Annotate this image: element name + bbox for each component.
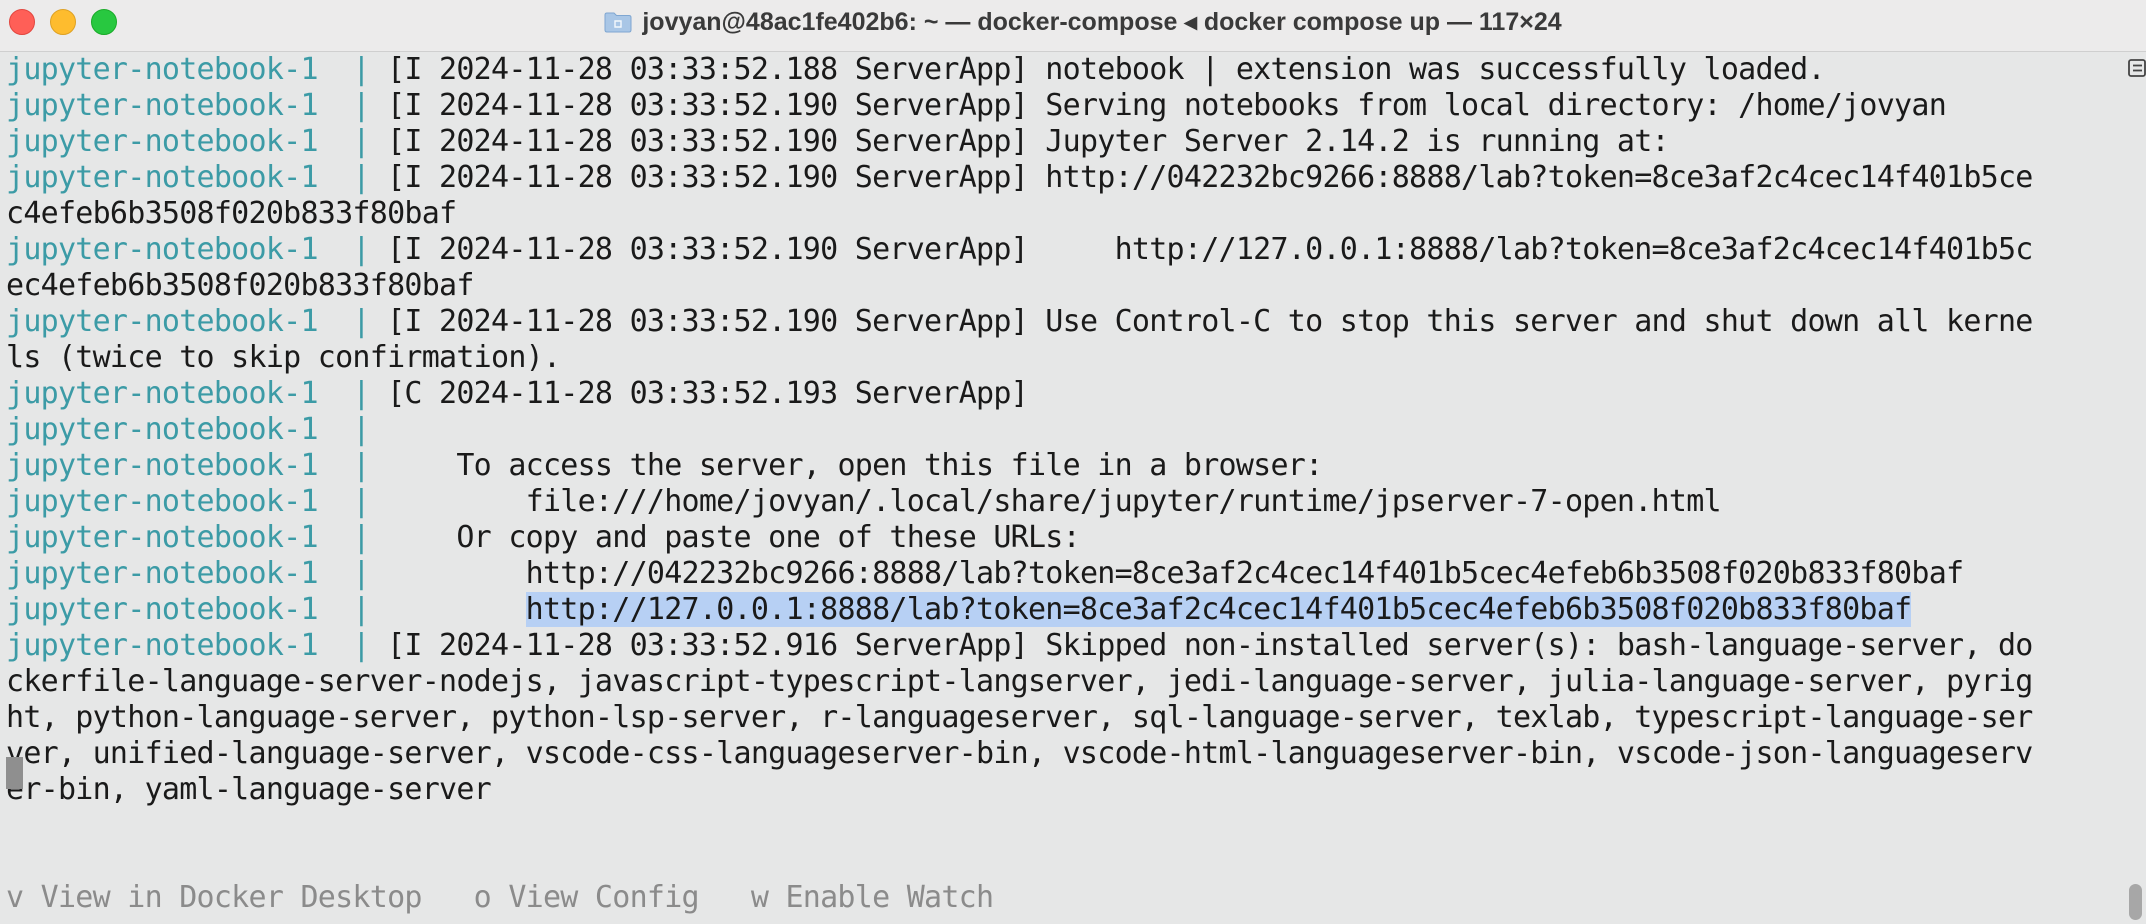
terminal-line: ht, python-language-server, python-lsp-s… [6,700,2033,736]
log-text: [I 2024-11-28 03:33:52.190 ServerApp] Ju… [387,124,1670,159]
terminal-line: jupyter-notebook-1 | Or copy and paste o… [6,520,1081,556]
terminal-line: jupyter-notebook-1 | http://127.0.0.1:88… [6,592,1912,628]
terminal-line: jupyter-notebook-1 | http://042232bc9266… [6,556,1964,592]
service-prefix: jupyter-notebook-1 | [6,448,388,483]
terminal-window: × − + jovyan@48ac1fe402b6: ~ — docker-co… [0,0,2146,924]
service-prefix: jupyter-notebook-1 | [6,232,388,267]
terminal-content[interactable]: jupyter-notebook-1 | [I 2024-11-28 03:33… [0,52,2120,924]
scrollbar-thumb[interactable] [2129,884,2142,920]
log-text: To access the server, open this file in … [387,448,1323,483]
log-text: ls (twice to skip confirmation). [6,340,561,375]
terminal-line: ec4efeb6b3508f020b833f80baf [6,268,474,304]
terminal-line: jupyter-notebook-1 | [6,412,387,448]
log-indent [387,592,526,627]
log-text: ver, unified-language-server, vscode-css… [6,736,2033,771]
service-prefix: jupyter-notebook-1 | [6,52,388,87]
terminal-line: jupyter-notebook-1 | [I 2024-11-28 03:33… [6,232,2033,268]
title-bar: × − + jovyan@48ac1fe402b6: ~ — docker-co… [0,0,2146,52]
service-prefix: jupyter-notebook-1 | [6,88,388,123]
log-text: http://042232bc9266:8888/lab?token=8ce3a… [387,556,1964,591]
log-text: [I 2024-11-28 03:33:52.190 ServerApp] Us… [387,304,2033,339]
vertical-scrollbar[interactable] [2120,52,2146,924]
terminal-line: ls (twice to skip confirmation). [6,340,561,376]
docker-hint-bar: v View in Docker Desktop o View Config w… [6,880,994,915]
terminal-line: jupyter-notebook-1 | [I 2024-11-28 03:33… [6,52,1826,88]
terminal-line: er-bin, yaml-language-server [6,772,492,808]
terminal-line: jupyter-notebook-1 | To access the serve… [6,448,1323,484]
service-prefix: jupyter-notebook-1 | [6,592,388,627]
log-text: Or copy and paste one of these URLs: [387,520,1080,555]
service-prefix: jupyter-notebook-1 | [6,124,388,159]
service-prefix: jupyter-notebook-1 | [6,556,388,591]
log-text: [I 2024-11-28 03:33:52.190 ServerApp] ht… [387,160,2033,195]
log-text: [I 2024-11-28 03:33:52.188 ServerApp] no… [387,52,1825,87]
log-text: [I 2024-11-28 03:33:52.916 ServerApp] Sk… [387,628,2033,663]
service-prefix: jupyter-notebook-1 | [6,160,388,195]
terminal-line: jupyter-notebook-1 | [I 2024-11-28 03:33… [6,88,1947,124]
service-prefix: jupyter-notebook-1 | [6,520,388,555]
service-prefix: jupyter-notebook-1 | [6,484,388,519]
service-prefix: jupyter-notebook-1 | [6,376,388,411]
scroll-marker-icon[interactable] [2126,58,2146,80]
log-text: [C 2024-11-28 03:33:52.193 ServerApp] [387,376,1029,411]
log-text: [I 2024-11-28 03:33:52.190 ServerApp] ht… [387,232,2033,267]
log-text: ec4efeb6b3508f020b833f80baf [6,268,474,303]
log-text: file:///home/jovyan/.local/share/jupyter… [387,484,1722,519]
terminal-line: c4efeb6b3508f020b833f80baf [6,196,457,232]
terminal-line: ckerfile-language-server-nodejs, javascr… [6,664,2033,700]
terminal-line: jupyter-notebook-1 | [I 2024-11-28 03:33… [6,628,2033,664]
service-prefix: jupyter-notebook-1 | [6,412,388,447]
terminal-line: jupyter-notebook-1 | [I 2024-11-28 03:33… [6,124,1670,160]
terminal-line: jupyter-notebook-1 | file:///home/jovyan… [6,484,1722,520]
window-title: jovyan@48ac1fe402b6: ~ — docker-compose … [642,8,1562,36]
log-text: c4efeb6b3508f020b833f80baf [6,196,457,231]
log-text: er-bin, yaml-language-server [6,772,492,807]
selected-url[interactable]: http://127.0.0.1:8888/lab?token=8ce3af2c… [525,592,1912,627]
terminal-line: jupyter-notebook-1 | [I 2024-11-28 03:33… [6,160,2033,196]
text-cursor [6,757,23,789]
folder-icon [604,12,632,33]
title-container: jovyan@48ac1fe402b6: ~ — docker-compose … [0,0,2146,44]
log-text: ckerfile-language-server-nodejs, javascr… [6,664,2033,699]
log-text: ht, python-language-server, python-lsp-s… [6,700,2033,735]
terminal-line: ver, unified-language-server, vscode-css… [6,736,2033,772]
log-text: [I 2024-11-28 03:33:52.190 ServerApp] Se… [387,88,1947,123]
service-prefix: jupyter-notebook-1 | [6,628,388,663]
terminal-line: jupyter-notebook-1 | [I 2024-11-28 03:33… [6,304,2033,340]
terminal-line: jupyter-notebook-1 | [C 2024-11-28 03:33… [6,376,1029,412]
service-prefix: jupyter-notebook-1 | [6,304,388,339]
